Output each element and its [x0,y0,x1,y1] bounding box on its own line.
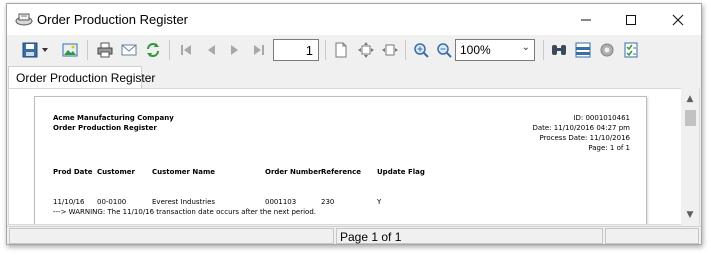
toolbar-separator [543,40,544,60]
table-cell-update-flag: Y [377,198,382,206]
next-page-icon [231,45,238,55]
settings-icon [600,43,614,57]
report-id: ID: 0001010461 [573,114,630,122]
zoom-out-icon [437,43,452,58]
table-cell-order-number: 0001103 [265,198,297,206]
maximize-icon [625,14,636,25]
zoom-value: 100% [460,43,491,57]
refresh-button[interactable] [142,39,164,61]
scroll-down-button[interactable]: ▼ [681,207,699,223]
print-icon [97,42,113,58]
column-header: Reference [321,168,362,176]
close-button[interactable] [655,4,700,35]
zoom-out-button[interactable] [433,39,455,61]
minimize-icon [580,19,591,20]
chevron-up-icon: ▲ [686,94,694,104]
group-tree-icon [575,42,591,58]
title-bar: Order Production Register [7,4,701,35]
toolbar-separator [405,40,406,60]
chevron-down-icon: ▼ [686,210,694,220]
toolbar: 1 100% ⌄ [7,35,701,65]
page-number-input[interactable]: 1 [273,39,319,61]
save-button[interactable] [19,39,41,61]
column-header: Order Number [265,168,322,176]
warning-message: ---> WARNING: The 11/10/16 transaction d… [53,208,317,216]
settings-button[interactable] [596,39,618,61]
table-cell-reference: 230 [321,198,335,206]
vertical-scrollbar[interactable]: ▲ ▼ [681,88,699,225]
fit-page-button[interactable] [355,39,377,61]
toolbar-separator [87,40,88,60]
chevron-down-icon: ⌄ [521,42,530,53]
save-icon [22,42,38,58]
last-page-button[interactable] [248,39,270,61]
checklist-button[interactable] [620,39,642,61]
status-page-indicator: Page 1 of 1 [336,228,603,244]
find-button[interactable] [548,39,570,61]
column-header: Prod Date [53,168,93,176]
zoom-in-button[interactable] [410,39,432,61]
refresh-icon [147,43,159,57]
report-page: Acme Manufacturing Company Order Product… [34,96,647,224]
report-process-date: Process Date: 11/10/2016 [539,134,630,142]
report-page-number: Page: 1 of 1 [588,144,630,152]
table-cell-customer: 00-0100 [97,198,127,206]
toolbar-separator [169,40,170,60]
previous-page-button[interactable] [200,39,222,61]
next-page-button[interactable] [224,39,246,61]
fit-width-icon [382,44,398,56]
zoom-select[interactable]: 100% ⌄ [455,39,535,61]
group-tree-button[interactable] [572,39,594,61]
report-date: Date: 11/10/2016 04:27 pm [532,124,630,132]
toolbar-separator [325,40,326,60]
status-cell-left [9,228,334,244]
scroll-up-button[interactable]: ▲ [681,91,699,107]
report-viewer-window: Order Production Register 1 100% ⌄ Order… [6,3,702,245]
page-setup-button[interactable] [330,39,352,61]
page-setup-icon [335,42,347,58]
maximize-button[interactable] [608,4,653,35]
column-header: Update Flag [377,168,425,176]
status-cell-right [605,228,699,244]
checklist-icon [624,42,638,58]
zoom-in-icon [414,43,429,58]
table-cell-prod-date: 11/10/16 [53,198,85,206]
window-title: Order Production Register [37,12,189,27]
close-icon [672,14,683,25]
fit-width-button[interactable] [379,39,401,61]
scroll-thumb[interactable] [685,110,696,126]
last-page-icon [254,45,264,55]
table-cell-customer-name: Everest Industries [152,198,216,206]
save-dropdown-button[interactable] [39,39,51,61]
status-bar: Page 1 of 1 [7,226,701,244]
minimize-button[interactable] [563,4,608,35]
report-title: Order Production Register [53,124,157,132]
first-page-icon [181,45,191,55]
export-image-icon [62,43,78,57]
export-image-button[interactable] [59,39,81,61]
email-button[interactable] [118,39,140,61]
app-icon [15,12,33,26]
column-header: Customer Name [152,168,215,176]
previous-page-icon [208,45,215,55]
first-page-button[interactable] [175,39,197,61]
column-header: Customer [97,168,135,176]
tab-order-production-register[interactable]: Order Production Register [8,66,155,88]
find-icon [552,45,566,55]
email-icon [121,44,137,56]
print-button[interactable] [94,39,116,61]
fit-page-icon [358,42,374,58]
report-company: Acme Manufacturing Company [53,114,174,122]
dropdown-arrow-icon [42,48,48,52]
report-preview-area: Acme Manufacturing Company Order Product… [8,88,700,225]
